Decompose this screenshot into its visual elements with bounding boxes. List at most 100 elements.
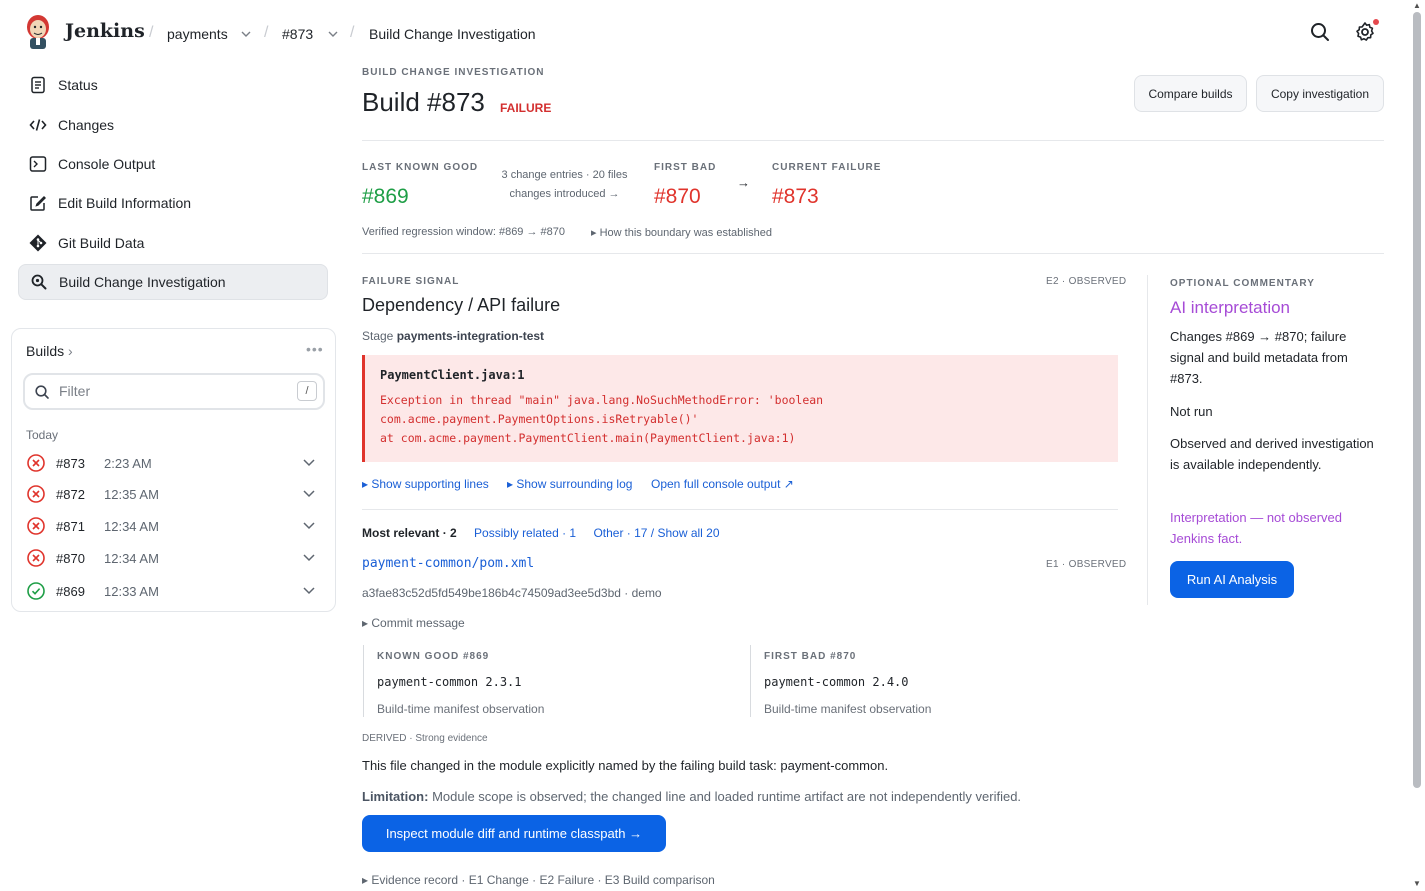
stage-name[interactable]: payments-integration-test [397,329,544,343]
ai-interpretation-title: AI interpretation [1170,298,1291,317]
commentary-availability: Observed and derived investigation is av… [1170,436,1374,472]
build-time: 2:23 AM [104,456,152,471]
show-surrounding-log-link[interactable]: ▸ Show surrounding log [507,477,632,491]
jenkins-brand[interactable]: Jenkins [65,20,145,42]
sidebar-item-label: Build Change Investigation [59,274,226,290]
error-line: at com.acme.payment.PaymentClient.main(P… [380,431,796,445]
divider [362,253,1384,254]
compare-label: KNOWN GOOD #869 [377,651,490,662]
first-bad-build-link[interactable]: #870 [654,185,701,209]
compare-value: payment-common 2.3.1 [377,675,522,689]
evidence-tag: E1 · OBSERVED [1046,559,1127,570]
chevron-down-icon[interactable] [302,455,316,469]
show-supporting-lines-link[interactable]: ▸ Show supporting lines [362,477,489,491]
page-kicker: BUILD CHANGE INVESTIGATION [362,67,545,78]
first-bad-label: FIRST BAD [654,162,717,173]
jenkins-logo-icon[interactable] [24,14,52,50]
tab-most-relevant[interactable]: Most relevant · 2 [362,526,457,540]
boundary-explanation-toggle[interactable]: ▸ How this boundary was established [591,226,772,239]
scroll-up-arrow[interactable]: ▲ [1413,1,1421,10]
current-failure-build-link[interactable]: #873 [772,185,819,209]
build-number[interactable]: #870 [56,551,85,566]
evidence-record-toggle[interactable]: ▸ Evidence record · E1 Change · E2 Failu… [362,873,715,887]
build-time: 12:33 AM [104,584,159,599]
chevron-down-icon[interactable] [327,28,339,40]
sidebar-item-edit-build-information[interactable]: Edit Build Information [18,185,328,221]
derived-statement: This file changed in the module explicit… [362,758,889,773]
build-row[interactable]: #873 2:23 AM [24,449,326,477]
chevron-down-icon[interactable] [302,583,316,597]
builds-panel: Builds › ••• / Today #873 2:23 AM #872 1… [11,328,336,612]
compare-note: Build-time manifest observation [764,702,932,716]
builds-filter[interactable]: / [23,373,325,410]
chevron-down-icon[interactable] [302,550,316,564]
arrow-glyph: → [737,175,750,190]
open-console-output-link[interactable]: Open full console output ↗ [651,477,794,491]
breadcrumb-build[interactable]: #873 [282,26,313,42]
edit-icon [30,196,46,211]
relevance-tabs: Most relevant · 2 Possibly related · 1 O… [362,526,720,540]
notification-dot [1373,19,1379,25]
sidebar-item-console-output[interactable]: Console Output [18,146,328,182]
error-line: com.acme.payment.PaymentOptions.isRetrya… [380,412,699,426]
sidebar-item-build-change-investigation[interactable]: Build Change Investigation [18,264,328,300]
breadcrumb-separator: / [264,24,269,41]
success-status-icon [27,582,45,600]
chevron-down-icon[interactable] [302,486,316,500]
build-row[interactable]: #870 12:34 AM [24,544,326,572]
derived-label: DERIVED · Strong evidence [362,733,488,744]
breadcrumb-job[interactable]: payments [167,26,228,42]
build-number[interactable]: #872 [56,487,85,502]
terminal-icon [29,156,47,172]
known-good-comparison: KNOWN GOOD #869 payment-common 2.3.1 Bui… [363,645,733,717]
changed-file-link[interactable]: payment-common/pom.xml [362,556,534,571]
search-icon[interactable] [1308,20,1332,44]
divider [362,509,1118,510]
build-row[interactable]: #871 12:34 AM [24,512,326,540]
changes-introduced-link[interactable]: 3 change entries · 20 files changes intro… [492,166,637,204]
filter-input[interactable] [59,383,279,399]
page-title: Build #873 [362,87,485,117]
sidebar-item-label: Git Build Data [58,235,145,251]
interpretation-disclaimer: Interpretation — not observed Jenkins fa… [1170,510,1342,546]
inspect-module-diff-button[interactable]: Inspect module diff and runtime classpat… [362,815,666,852]
analysis-status: Not run [1170,404,1213,419]
top-header: Jenkins / payments / #873 / Build Change… [0,0,1410,66]
chevron-down-icon[interactable] [240,28,252,40]
commit-message-toggle[interactable]: ▸ Commit message [362,616,465,630]
build-number[interactable]: #873 [56,456,85,471]
sidebar-item-label: Changes [58,117,115,133]
run-ai-analysis-button[interactable]: Run AI Analysis [1170,561,1294,598]
builds-title-link[interactable]: Builds › [26,343,73,359]
search-magnify-icon [31,274,47,290]
search-icon [35,385,49,399]
scrollbar-thumb[interactable] [1413,12,1421,788]
copy-investigation-button[interactable]: Copy investigation [1256,75,1384,112]
sidebar-item-git-build-data[interactable]: Git Build Data [18,225,328,261]
build-row[interactable]: #872 12:35 AM [24,480,326,508]
document-icon [31,76,45,94]
sidebar-item-label: Console Output [58,156,156,172]
build-number[interactable]: #869 [56,584,85,599]
compare-label: FIRST BAD #870 [764,651,857,662]
tab-other-show-all[interactable]: Other · 17 / Show all 20 [593,526,719,540]
last-good-build-link[interactable]: #869 [362,185,409,209]
sidebar-item-status[interactable]: Status [18,67,328,103]
commentary-summary: Changes #869 → #870; failure signal and … [1170,329,1348,386]
tab-possibly-related[interactable]: Possibly related · 1 [474,526,576,540]
breadcrumb-separator: / [149,24,154,41]
error-file: PaymentClient.java:1 [380,368,525,382]
build-number[interactable]: #871 [56,519,85,534]
compare-builds-button[interactable]: Compare builds [1134,75,1247,112]
chevron-down-icon[interactable] [302,518,316,532]
build-time: 12:34 AM [104,551,159,566]
status-badge: FAILURE [500,101,552,115]
build-row[interactable]: #869 12:33 AM [24,577,326,605]
more-options-icon[interactable]: ••• [306,341,324,357]
sidebar-item-changes[interactable]: Changes [18,107,328,143]
scroll-down-arrow[interactable]: ▼ [1413,879,1421,888]
commit-hash-line[interactable]: a3fae83c52d5fd549be186b4c74509ad3ee5d3bd… [362,586,662,600]
failure-status-icon [27,517,45,535]
compare-note: Build-time manifest observation [377,702,545,716]
first-bad-comparison: FIRST BAD #870 payment-common 2.4.0 Buil… [750,645,1120,717]
